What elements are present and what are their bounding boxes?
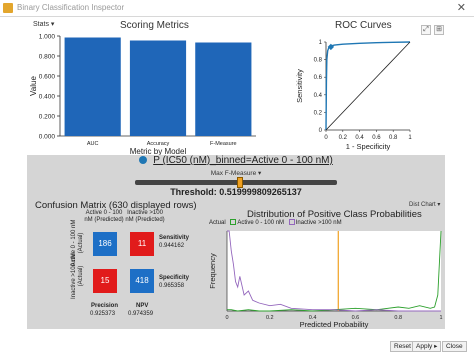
apply-button[interactable]: Apply ▸ (412, 341, 442, 352)
cm-cell-false-negative: 11 (130, 232, 154, 256)
window-title: Binary Classification Inspector (17, 3, 125, 12)
x-axis-label: Metric by Model (130, 147, 187, 155)
y-tick-label: 0.800 (39, 54, 56, 61)
x-tick-label: 0.2 (339, 135, 348, 141)
y-tick-label: 0.000 (39, 134, 56, 141)
x-tick-label: 0 (225, 315, 228, 321)
col-header-inactive: Inactive >100 nM (Predicted) (125, 210, 165, 223)
threshold-slider[interactable] (135, 177, 337, 188)
y-axis-label: Frequency (208, 253, 217, 289)
y-tick-label: 0.8 (314, 58, 323, 64)
threshold-panel: P (IC50 (nM)_binned=Active 0 - 100 nM) M… (27, 155, 445, 329)
sensitivity-label: Sensitivity (159, 235, 190, 241)
distribution-chart: 0 0.2 0.4 0.6 0.8 1Predicted ProbabilityFrequ… (208, 230, 443, 329)
apply-label: Apply (416, 343, 433, 350)
x-tick-label: 1 (439, 315, 442, 321)
threshold-value: 0.519999809265137 (219, 187, 302, 197)
window-titlebar: Binary Classification Inspector ✕ (0, 0, 474, 17)
x-tick-label: 0 (324, 135, 328, 141)
roc-diagonal (325, 41, 411, 131)
dialog-footer: Reset Apply ▸ Close (0, 338, 474, 357)
close-button[interactable]: Close (442, 341, 467, 352)
y-tick-label: 1 (319, 40, 323, 46)
target-class-label[interactable]: P (IC50 (nM)_binned=Active 0 - 100 nM) (153, 155, 333, 166)
cm-cell-true-positive: 186 (93, 232, 117, 256)
optimize-menu-label: Max F-Measure (210, 170, 257, 177)
scoring-metrics-chart: 0.0000.2000.4000.6000.8001.000AUC Accurac… (29, 34, 256, 155)
specificity-value: 0.965358 (159, 283, 185, 289)
threshold-readout: Threshold: 0.519999809265137 (27, 187, 445, 197)
bar-f-measure (195, 42, 252, 136)
row-header-inactive: Inactive >100 nM (Actual) (71, 253, 84, 299)
sensitivity-value: 0.944162 (159, 243, 185, 249)
y-axis-label: Value (29, 76, 38, 96)
precision-label: Precision (91, 303, 119, 309)
stats-menu-label: Stats (33, 21, 49, 28)
x-axis-label: Predicted Probability (300, 320, 369, 329)
x-tick-label: 1 (408, 135, 412, 141)
cm-cell-false-positive: 15 (93, 269, 117, 293)
precision-value: 0.925373 (90, 311, 116, 317)
bar-accuracy (129, 40, 187, 136)
zoom-icon[interactable]: ⊞ (434, 25, 444, 35)
y-tick-label: 0.200 (39, 114, 56, 121)
y-tick-label: 0.400 (39, 94, 56, 101)
target-class-row: P (IC50 (nM)_binned=Active 0 - 100 nM) (27, 155, 445, 166)
x-tick-label: 0.8 (389, 135, 398, 141)
dist-chart-menu-button[interactable]: Dist Chart ▾ (409, 201, 440, 208)
dist-chart-menu-label: Dist Chart (409, 202, 436, 208)
y-tick-label: 0 (319, 128, 323, 134)
x-tick-label: AUC (87, 141, 99, 147)
x-tick-label: F-Measure (210, 141, 237, 147)
y-tick-label: 0.6 (314, 75, 323, 81)
app-icon (3, 3, 13, 13)
x-tick-label: 0.6 (372, 135, 381, 141)
stats-menu-button[interactable]: Stats ▾ (33, 20, 54, 28)
y-tick-label: 0.600 (39, 74, 56, 81)
npv-value: 0.974359 (128, 311, 154, 317)
plot-area (227, 231, 441, 311)
roc-curves-chart: 0 0.2 0.4 0.6 0.8 1 0 0.2 0.4 0.6 0.8 1 1 - Specific… (295, 40, 412, 151)
y-tick-label: 1.000 (39, 34, 56, 41)
bar-auc (64, 37, 121, 136)
y-tick-label: 0.2 (314, 110, 323, 116)
x-axis-label: 1 - Specificity (346, 142, 391, 151)
y-axis-label: Sensitivity (295, 69, 304, 103)
x-tick-label: 0.2 (266, 315, 274, 321)
col-header-active: Active 0 - 100 nM (Predicted) (84, 210, 124, 223)
x-tick-label: 0.4 (355, 135, 364, 141)
threshold-label: Threshold: (170, 187, 217, 197)
target-series-dot (139, 156, 148, 164)
optimize-menu-button[interactable]: Max F-Measure ▾ (27, 169, 445, 177)
close-window-icon[interactable]: ✕ (457, 1, 466, 14)
y-tick-label: 0.4 (314, 93, 323, 99)
cm-cell-true-negative: 418 (130, 269, 154, 293)
x-tick-label: 0.8 (394, 315, 402, 321)
npv-label: NPV (136, 303, 149, 309)
specificity-label: Specificity (159, 275, 190, 281)
